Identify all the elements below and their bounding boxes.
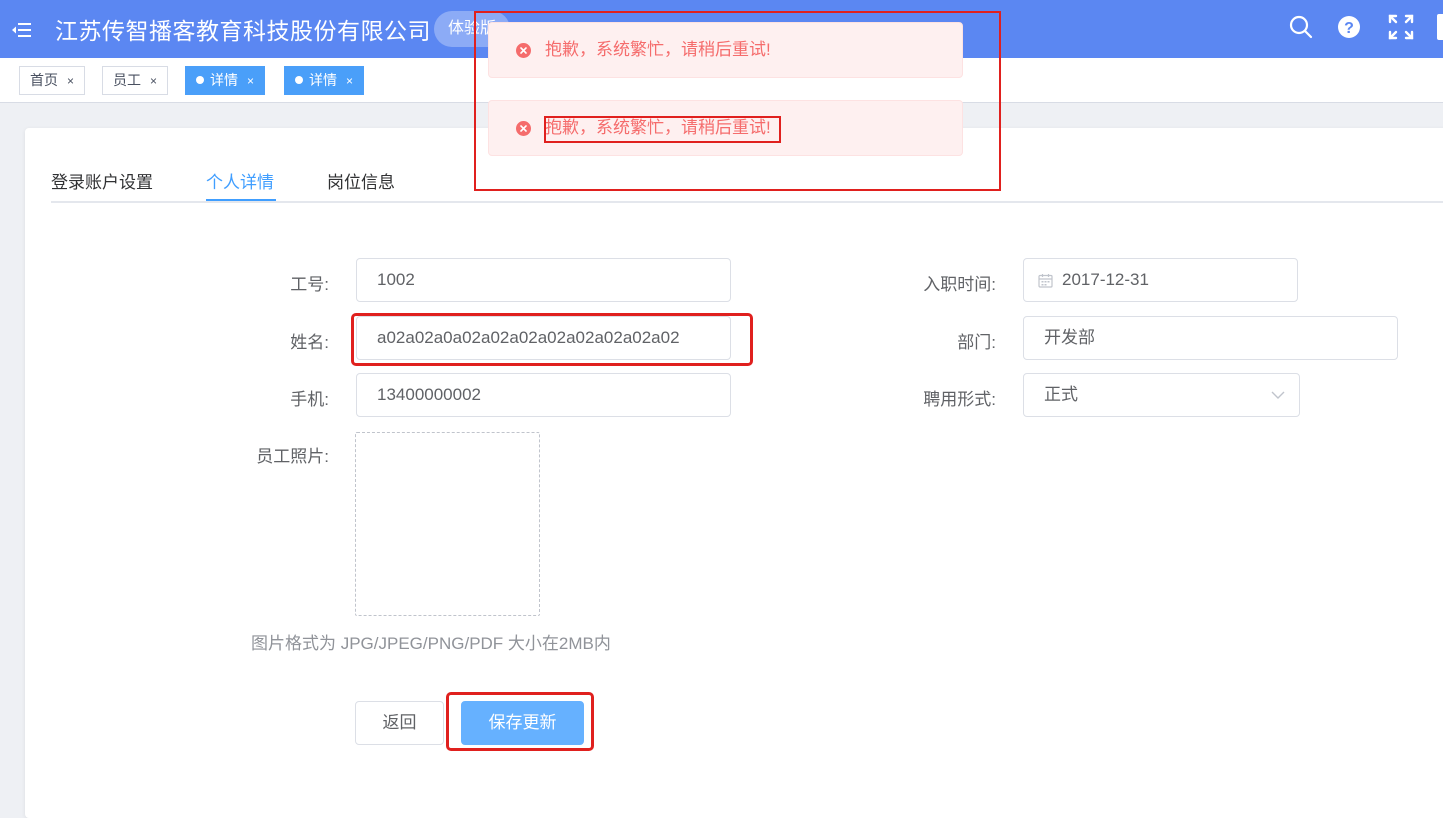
active-tab-indicator xyxy=(206,199,276,201)
employment-type-value: 正式 xyxy=(1044,385,1078,404)
company-name: 江苏传智播客教育科技股份有限公司 xyxy=(55,18,431,44)
close-icon[interactable]: × xyxy=(67,74,74,88)
close-icon[interactable]: × xyxy=(346,74,353,88)
close-icon[interactable]: × xyxy=(247,74,254,88)
help-icon[interactable]: ? xyxy=(1336,14,1362,40)
tag-home[interactable]: 首页 × xyxy=(19,66,86,95)
tag-details-2[interactable]: 详情 × xyxy=(284,66,365,95)
fullscreen-icon[interactable] xyxy=(1388,14,1414,40)
employee-id-label: 工号: xyxy=(290,275,329,294)
active-dot-icon xyxy=(295,76,303,84)
tab-login-settings[interactable]: 登录账户设置 xyxy=(51,168,153,193)
phone-label: 手机: xyxy=(290,390,329,409)
error-message: 抱歉，系统繁忙，请稍后重试! xyxy=(488,100,963,156)
hire-date-label: 入职时间: xyxy=(923,275,996,294)
search-icon[interactable] xyxy=(1288,14,1314,40)
calendar-icon xyxy=(1038,274,1053,288)
header-edge-icon xyxy=(1437,14,1443,40)
phone-input[interactable]: 13400000002 xyxy=(356,373,731,417)
tag-label: 员工 xyxy=(113,72,141,88)
active-dot-icon xyxy=(196,76,204,84)
employment-type-label: 聘用形式: xyxy=(923,390,996,409)
tag-label: 详情 xyxy=(309,72,337,88)
tag-label: 首页 xyxy=(30,72,58,88)
chevron-down-icon xyxy=(1271,391,1285,399)
detail-card: 登录账户设置 个人详情 岗位信息 工号: 1002 姓名: a02a02a0a0… xyxy=(25,128,1443,818)
department-input[interactable]: 开发部 xyxy=(1023,316,1398,360)
photo-hint: 图片格式为 JPG/JPEG/PNG/PDF 大小在2MB内 xyxy=(251,634,611,653)
close-icon[interactable]: × xyxy=(150,74,157,88)
error-message: 抱歉，系统繁忙，请稍后重试! xyxy=(488,22,963,78)
error-message-text: 抱歉，系统繁忙，请稍后重试! xyxy=(545,118,771,137)
tab-job-info[interactable]: 岗位信息 xyxy=(327,168,395,193)
tag-label: 详情 xyxy=(210,72,238,88)
error-circle-icon xyxy=(516,121,531,136)
tab-divider xyxy=(51,201,1443,203)
name-label: 姓名: xyxy=(290,333,329,352)
back-button[interactable]: 返回 xyxy=(355,701,444,745)
employment-type-select[interactable]: 正式 xyxy=(1023,373,1300,417)
error-message-text: 抱歉，系统繁忙，请稍后重试! xyxy=(545,40,771,59)
employee-id-input[interactable]: 1002 xyxy=(356,258,731,302)
error-circle-icon xyxy=(516,43,531,58)
photo-upload[interactable] xyxy=(355,432,540,616)
svg-text:?: ? xyxy=(1344,20,1354,37)
hire-date-picker[interactable]: 2017-12-31 xyxy=(1023,258,1298,302)
hire-date-value: 2017-12-31 xyxy=(1062,270,1149,289)
name-input[interactable]: a02a02a0a02a02a02a02a02a02a02a02 xyxy=(356,316,731,360)
department-label: 部门: xyxy=(957,333,996,352)
photo-label: 员工照片: xyxy=(256,447,329,466)
menu-toggle-icon[interactable] xyxy=(12,22,32,38)
tag-details[interactable]: 详情 × xyxy=(185,66,266,95)
tag-employees[interactable]: 员工 × xyxy=(102,66,169,95)
tab-personal-details[interactable]: 个人详情 xyxy=(206,168,274,193)
save-button[interactable]: 保存更新 xyxy=(461,701,584,745)
